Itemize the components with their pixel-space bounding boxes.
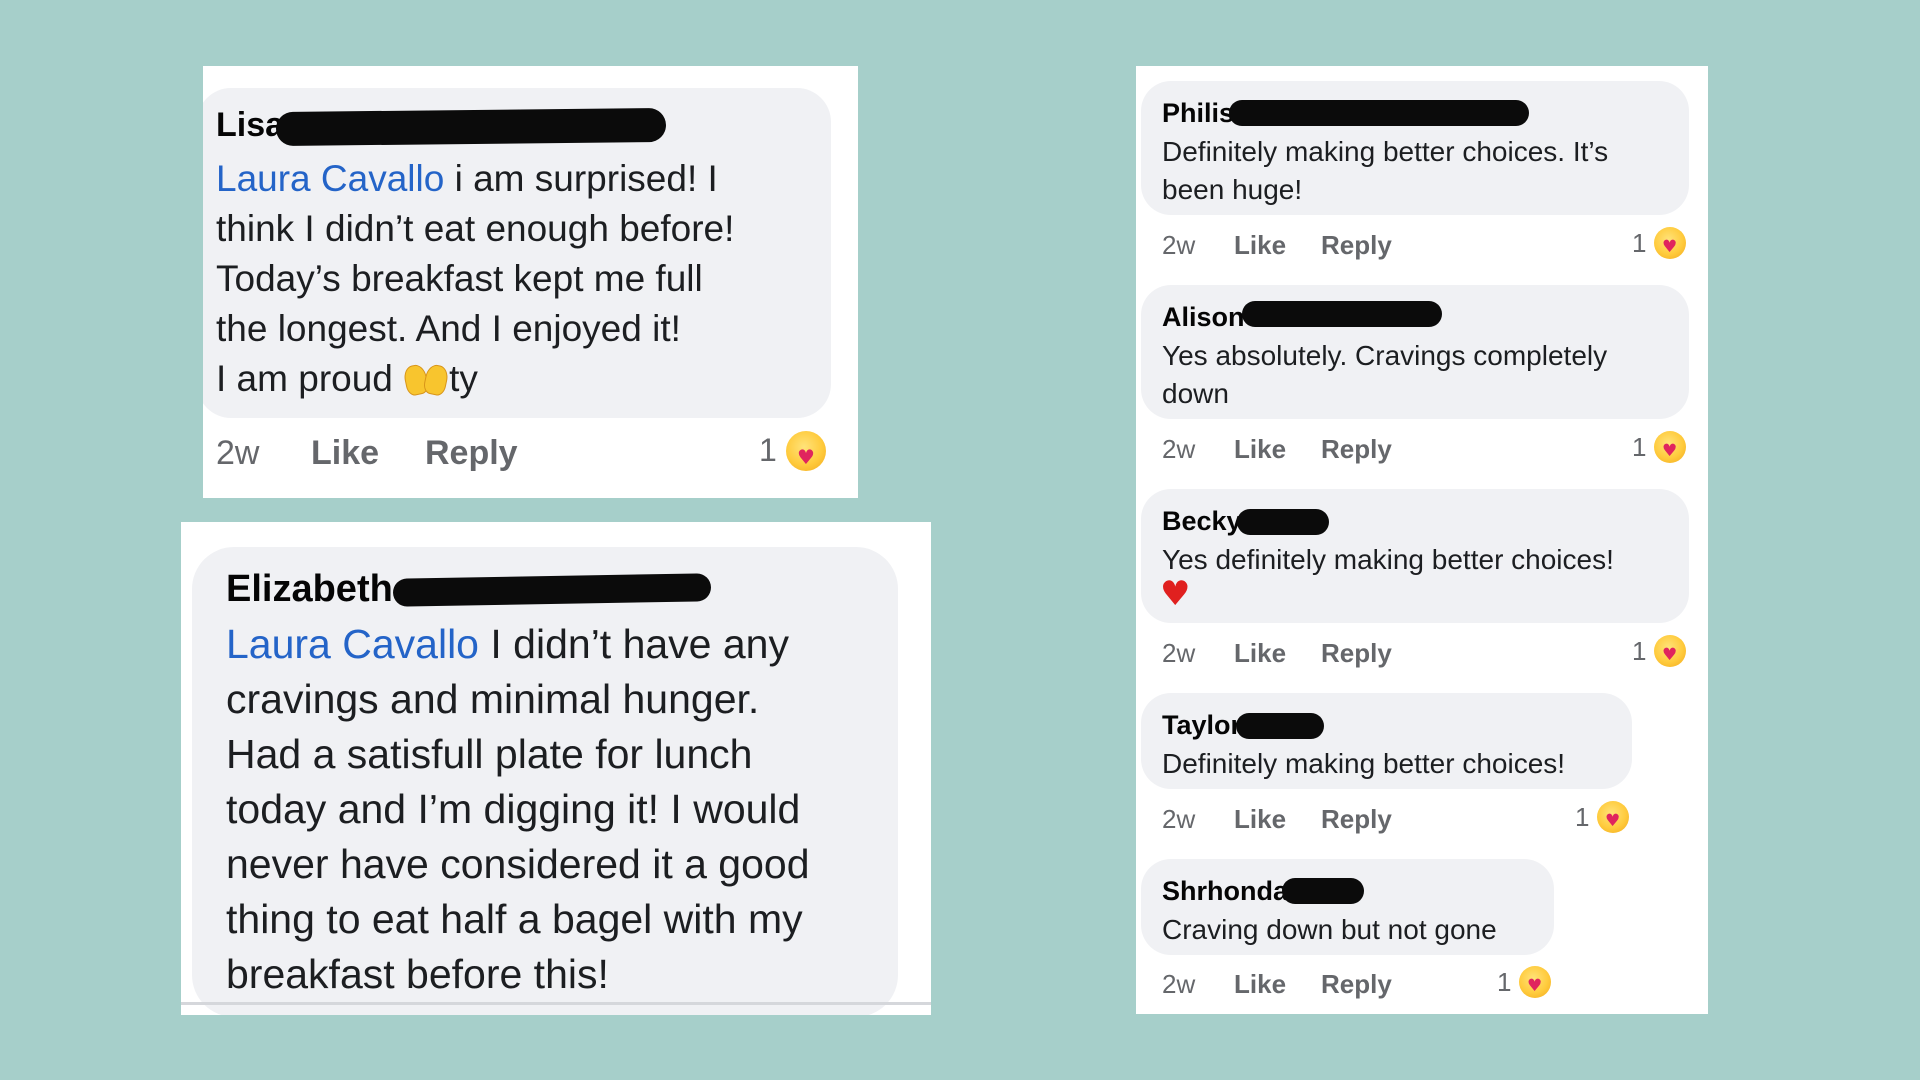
comment-text: Yes definitely making better choices! (1162, 544, 1614, 575)
comment-time[interactable]: 2w (1162, 434, 1195, 465)
raising-hands-icon (402, 361, 451, 397)
reaction-count[interactable]: 1 (759, 432, 777, 469)
mention-link[interactable]: Laura Cavallo (216, 158, 444, 199)
redacted-surname (1236, 713, 1324, 739)
care-reaction-icon: ♥ (786, 431, 826, 471)
comment-panel-list: Philis Definitely making better choices.… (1136, 66, 1708, 1014)
comment-text: Definitely making better choices. It’s b… (1162, 136, 1609, 205)
reaction-count[interactable]: 1 (1497, 967, 1511, 998)
commenter-name[interactable]: Elizabeth (226, 568, 393, 611)
care-reaction-icon: ♥ (1654, 431, 1686, 463)
redacted-surname (1237, 509, 1329, 535)
reply-button[interactable]: Reply (1321, 638, 1392, 669)
commenter-name[interactable]: Taylor (1162, 710, 1241, 741)
comment-time[interactable]: 2w (1162, 969, 1195, 1000)
comment-panel-elizabeth: Elizabeth Laura Cavallo I didn’t have an… (181, 522, 931, 1015)
reply-button[interactable]: Reply (1321, 804, 1392, 835)
reaction-count[interactable]: 1 (1575, 802, 1589, 833)
comment-text: Laura Cavallo I didn’t have any cravings… (226, 621, 810, 997)
reply-button[interactable]: Reply (1321, 230, 1392, 261)
red-heart-icon: ♥ (1160, 574, 1191, 614)
commenter-name[interactable]: Alison (1162, 302, 1245, 333)
comment-text: Definitely making better choices! (1162, 748, 1566, 779)
care-reaction-icon: ♥ (1597, 801, 1629, 833)
comment-time[interactable]: 2w (1162, 638, 1195, 669)
commenter-name[interactable]: Becky (1162, 506, 1242, 537)
reaction-count[interactable]: 1 (1632, 636, 1646, 667)
commenter-name[interactable]: Lisa (216, 106, 284, 145)
comment-time[interactable]: 2w (1162, 230, 1195, 261)
divider (181, 1002, 931, 1005)
redacted-surname (275, 107, 667, 147)
redacted-surname (392, 573, 712, 607)
redacted-surname (1229, 100, 1529, 126)
care-reaction-icon: ♥ (1519, 966, 1551, 998)
like-button[interactable]: Like (1234, 804, 1286, 835)
comment-text: Laura Cavallo i am surprised! I think I … (216, 158, 735, 399)
reply-button[interactable]: Reply (1321, 434, 1392, 465)
like-button[interactable]: Like (1234, 638, 1286, 669)
comment-text: Yes absolutely. Cravings completely down (1162, 340, 1608, 409)
care-reaction-icon: ♥ (1654, 635, 1686, 667)
comment-time[interactable]: 2w (216, 434, 259, 473)
comment-panel-lisa: Lisa Laura Cavallo i am surprised! I thi… (203, 66, 858, 498)
reply-button[interactable]: Reply (425, 434, 518, 473)
like-button[interactable]: Like (1234, 230, 1286, 261)
comment-time[interactable]: 2w (1162, 804, 1195, 835)
commenter-name[interactable]: Philis (1162, 98, 1234, 129)
commenter-name[interactable]: Shrhonda (1162, 876, 1288, 907)
reaction-count[interactable]: 1 (1632, 228, 1646, 259)
like-button[interactable]: Like (1234, 969, 1286, 1000)
redacted-surname (1282, 878, 1364, 904)
reaction-count[interactable]: 1 (1632, 432, 1646, 463)
reply-button[interactable]: Reply (1321, 969, 1392, 1000)
redacted-surname (1242, 301, 1442, 327)
mention-link[interactable]: Laura Cavallo (226, 621, 479, 667)
care-reaction-icon: ♥ (1654, 227, 1686, 259)
like-button[interactable]: Like (1234, 434, 1286, 465)
comment-text: Craving down but not gone (1162, 914, 1497, 945)
like-button[interactable]: Like (311, 434, 379, 473)
